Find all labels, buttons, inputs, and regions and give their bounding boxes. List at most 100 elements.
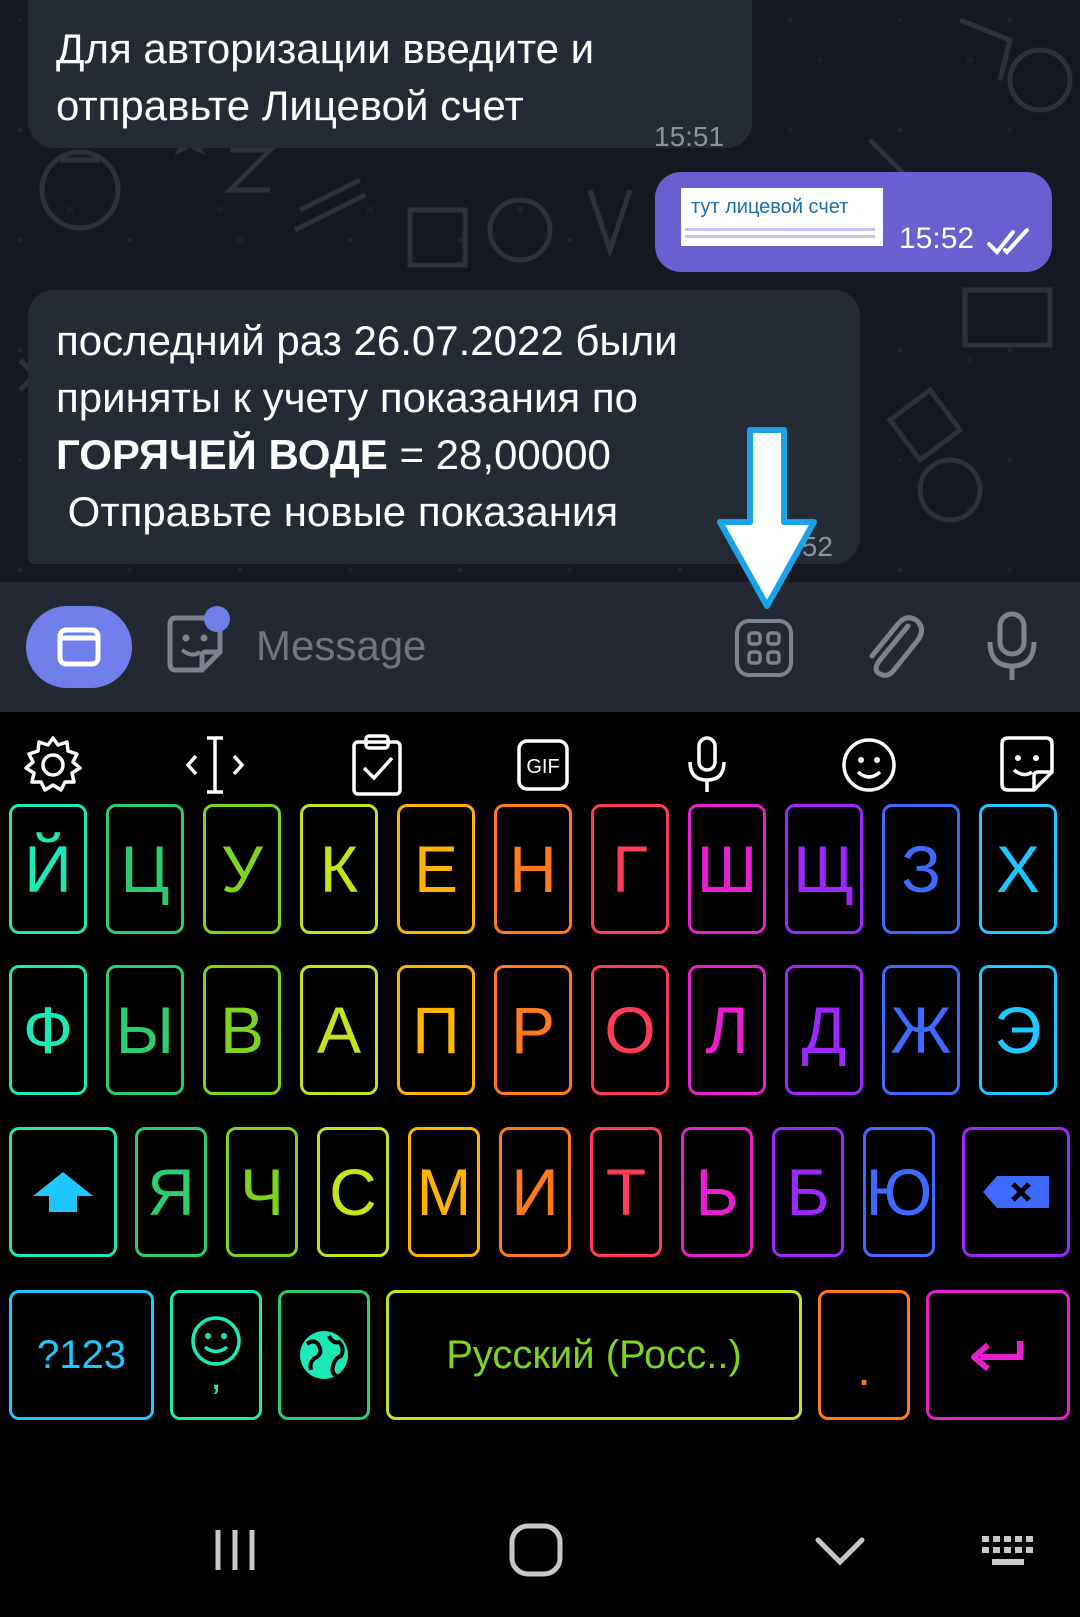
key[interactable]: Т (590, 1127, 662, 1257)
key[interactable]: Й (9, 804, 87, 934)
message-input[interactable]: Message (256, 622, 426, 670)
key[interactable]: Д (785, 965, 863, 1095)
backspace-icon (983, 1176, 1049, 1208)
key-label: Й (24, 832, 72, 906)
key[interactable]: Ь (681, 1127, 753, 1257)
key[interactable]: А (300, 965, 378, 1095)
key-label: Э (994, 993, 1042, 1067)
space-key[interactable]: Русский (Росс..) (386, 1290, 802, 1420)
key[interactable]: Н (494, 804, 572, 934)
key-label: В (219, 993, 265, 1067)
key[interactable]: Щ (785, 804, 863, 934)
redacted-text (685, 228, 875, 238)
key[interactable]: Г (591, 804, 669, 934)
enter-icon (971, 1341, 1023, 1372)
clipboard-icon[interactable] (342, 730, 412, 800)
globe-icon (300, 1331, 348, 1379)
key[interactable]: О (591, 965, 669, 1095)
key[interactable]: Б (772, 1127, 844, 1257)
key[interactable]: Ц (106, 804, 184, 934)
keyboard-icon[interactable] (980, 1532, 1036, 1572)
key[interactable]: М (408, 1127, 480, 1257)
key-label: З (901, 832, 941, 906)
key[interactable]: Е (397, 804, 475, 934)
home-icon[interactable] (508, 1522, 564, 1578)
key-label: Г (612, 832, 648, 906)
key-label: Д (801, 993, 847, 1067)
recents-icon[interactable] (210, 1525, 260, 1575)
key[interactable]: Ю (863, 1127, 935, 1257)
keyboard: GIF ЙЦУКЕНГШЩЗХ ФЫВАПРОЛДЖЭ ЯЧСМИТЬБЮ ?123 (0, 712, 1080, 1480)
key[interactable]: Л (688, 965, 766, 1095)
attach-icon (869, 615, 924, 678)
key[interactable]: Ф (9, 965, 87, 1095)
key[interactable]: И (499, 1127, 571, 1257)
account-number-label: тут лицевой счет (681, 188, 883, 246)
key[interactable]: С (317, 1127, 389, 1257)
key-label: А (316, 993, 362, 1067)
enter-key[interactable] (926, 1290, 1070, 1420)
hot-water-label: ГОРЯЧЕЙ ВОДЕ (56, 431, 388, 478)
chat-area[interactable]: Для авторизации введите и отправьте Лице… (0, 0, 1080, 582)
key-label: С (329, 1155, 377, 1229)
reading-value: = 28,00000 (387, 431, 611, 478)
cursor-icon[interactable] (180, 730, 250, 800)
key-label: У (221, 832, 263, 906)
key-label: Ф (22, 993, 74, 1067)
key[interactable]: К (300, 804, 378, 934)
key-label: Ш (696, 832, 758, 906)
key[interactable]: Ы (106, 965, 184, 1095)
key[interactable]: З (882, 804, 960, 934)
period-key[interactable]: . (818, 1290, 910, 1420)
attach-button[interactable] (858, 612, 924, 682)
key[interactable]: Ж (882, 965, 960, 1095)
key[interactable]: П (397, 965, 475, 1095)
message-text-line: Для авторизации введите и (56, 25, 595, 72)
shift-icon (33, 1172, 93, 1212)
key-label: Ы (115, 993, 175, 1067)
key-label: Х (995, 832, 1041, 906)
key[interactable]: Ш (688, 804, 766, 934)
key[interactable]: Э (979, 965, 1057, 1095)
message-text-line: последний раз 26.07.2022 были (56, 317, 678, 364)
key[interactable]: Р (494, 965, 572, 1095)
notification-dot (204, 606, 230, 632)
sticker-icon[interactable] (992, 730, 1062, 800)
back-icon[interactable] (812, 1532, 868, 1572)
key-label: Ь (695, 1155, 739, 1229)
key[interactable]: В (203, 965, 281, 1095)
outgoing-message[interactable]: тут лицевой счет 15:52 (655, 172, 1052, 272)
key-label: Ю (865, 1155, 933, 1229)
incoming-message-1[interactable]: Для авторизации введите и отправьте Лице… (28, 0, 752, 152)
message-text-line: ГОРЯЧЕЙ ВОДЕ = 28,00000 (56, 426, 611, 483)
system-navigation-bar (0, 1480, 1080, 1617)
bot-menu-icon (57, 627, 101, 667)
language-key[interactable] (278, 1290, 370, 1420)
key[interactable]: Х (979, 804, 1057, 934)
bot-menu-button[interactable] (26, 606, 132, 688)
apps-button[interactable] (734, 618, 794, 678)
emoji-icon[interactable] (834, 730, 904, 800)
key-label: И (511, 1155, 559, 1229)
sticker-button[interactable] (162, 606, 230, 678)
key-label: Р (510, 993, 556, 1067)
gif-icon[interactable]: GIF (508, 730, 578, 800)
emoji-comma-key[interactable]: , (170, 1290, 262, 1420)
backspace-key[interactable] (962, 1127, 1070, 1257)
message-time: 15:52 (899, 222, 975, 255)
key[interactable]: У (203, 804, 281, 934)
svg-text:GIF: GIF (526, 756, 559, 778)
key[interactable]: Ч (226, 1127, 298, 1257)
symbols-key[interactable]: ?123 (9, 1290, 154, 1420)
key-label: М (416, 1155, 472, 1229)
message-input-bar: Message (0, 582, 1080, 712)
voice-message-button[interactable] (984, 610, 1040, 684)
settings-icon[interactable] (18, 730, 88, 800)
key[interactable]: Я (135, 1127, 207, 1257)
message-text-line: Отправьте новые показания (56, 488, 619, 535)
message-time: 15:51 (654, 121, 725, 152)
key-label: О (604, 993, 656, 1067)
message-text-line: отправьте Лицевой счет (56, 82, 524, 129)
voice-icon[interactable] (672, 730, 742, 800)
shift-key[interactable] (9, 1127, 117, 1257)
